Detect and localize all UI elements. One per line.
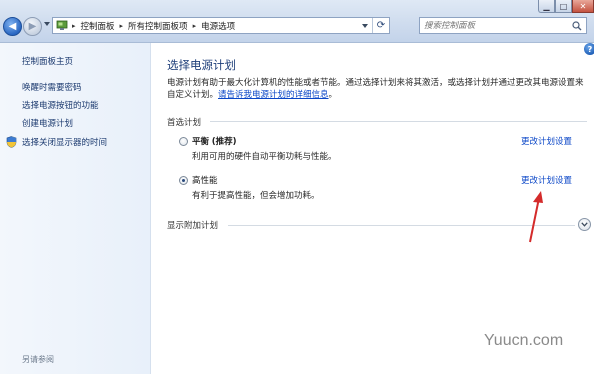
help-icon[interactable]: ? bbox=[584, 43, 594, 55]
high-performance-plan-description: 有利于提高性能，但会增加功耗。 bbox=[192, 191, 320, 201]
sidebar-item-control-panel-home[interactable]: 控制面板主页 bbox=[22, 55, 73, 67]
search-icon[interactable] bbox=[572, 20, 582, 31]
chevron-down-icon bbox=[362, 23, 368, 28]
sidebar-item-display-off-time[interactable]: 选择关闭显示器的时间 bbox=[22, 136, 107, 148]
high-performance-plan-name[interactable]: 高性能 bbox=[192, 174, 218, 186]
expand-additional-plans-button[interactable] bbox=[578, 218, 591, 231]
breadcrumb-separator[interactable]: ▸ bbox=[72, 22, 76, 30]
sidebar-item-require-password-on-wake[interactable]: 唤醒时需要密码 bbox=[22, 81, 82, 93]
sidebar: 控制面板主页 唤醒时需要密码 选择电源按钮的功能 创建电源计划 选择关闭显示器的… bbox=[0, 43, 151, 374]
maximize-icon: □ bbox=[559, 1, 568, 11]
control-panel-icon bbox=[56, 20, 68, 30]
forward-button[interactable]: ▶ bbox=[23, 17, 42, 36]
recommended-tag[interactable]: (推荐) bbox=[212, 137, 237, 147]
refresh-button[interactable]: ⟳ bbox=[372, 18, 389, 33]
page-description: 电源计划有助于最大化计算机的性能或者节能。通过选择计划来将其激活，或选择计划并通… bbox=[167, 77, 587, 101]
back-button[interactable]: ◀ bbox=[3, 17, 22, 36]
refresh-icon: ⟳ bbox=[376, 20, 386, 31]
search-input[interactable] bbox=[424, 20, 564, 31]
navigation-bar: ▁ □ ✕ ◀ ▶ ▸ 控制面板 ▸ 所有控制面板项 ▸ 电源选项 ⟳ bbox=[0, 0, 594, 43]
maximize-button[interactable]: □ bbox=[555, 0, 572, 13]
power-plan-info-link[interactable]: 请告诉我电源计划的详细信息 bbox=[218, 90, 329, 100]
watermark-text: Yuucn.com bbox=[484, 332, 564, 349]
breadcrumb-all-items[interactable]: 所有控制面板项 bbox=[128, 20, 188, 32]
balanced-plan-radio[interactable] bbox=[179, 137, 188, 146]
forward-arrow-icon: ▶ bbox=[28, 21, 37, 32]
back-arrow-icon: ◀ bbox=[8, 21, 17, 32]
page-title: 选择电源计划 bbox=[167, 58, 236, 72]
balanced-plan-name[interactable]: 平衡 (推荐) bbox=[192, 135, 237, 147]
see-also-heading: 另请参阅 bbox=[22, 355, 54, 364]
breadcrumb-separator[interactable]: ▸ bbox=[120, 22, 124, 30]
high-performance-plan-radio[interactable] bbox=[179, 176, 188, 185]
minimize-icon: ▁ bbox=[543, 1, 550, 11]
breadcrumb-control-panel[interactable]: 控制面板 bbox=[81, 20, 115, 32]
section-divider bbox=[210, 121, 587, 122]
address-bar[interactable]: ▸ 控制面板 ▸ 所有控制面板项 ▸ 电源选项 ⟳ bbox=[52, 17, 390, 34]
breadcrumb-separator[interactable]: ▸ bbox=[193, 22, 197, 30]
balanced-change-settings-link[interactable]: 更改计划设置 bbox=[521, 135, 572, 147]
description-end: 。 bbox=[328, 90, 338, 100]
recent-pages-dropdown[interactable] bbox=[44, 22, 50, 26]
high-performance-change-settings-link[interactable]: 更改计划设置 bbox=[521, 174, 572, 186]
annotation-arrow-icon bbox=[529, 191, 543, 243]
breadcrumb-power-options[interactable]: 电源选项 bbox=[201, 20, 235, 32]
sidebar-item-power-button-function[interactable]: 选择电源按钮的功能 bbox=[22, 99, 99, 111]
search-box[interactable] bbox=[419, 17, 587, 34]
balanced-plan-description: 利用可用的硬件自动平衡功耗与性能。 bbox=[192, 152, 337, 162]
preferred-plans-label: 首选计划 bbox=[167, 118, 202, 128]
chevron-down-icon bbox=[581, 222, 588, 227]
minimize-button[interactable]: ▁ bbox=[538, 0, 555, 13]
sidebar-item-create-power-plan[interactable]: 创建电源计划 bbox=[22, 117, 73, 129]
show-additional-plans-label[interactable]: 显示附加计划 bbox=[167, 219, 218, 231]
shield-icon bbox=[6, 136, 17, 148]
close-icon: ✕ bbox=[579, 1, 587, 11]
balanced-plan-title[interactable]: 平衡 bbox=[192, 137, 209, 147]
close-button[interactable]: ✕ bbox=[572, 0, 594, 13]
address-dropdown-button[interactable] bbox=[359, 18, 371, 33]
